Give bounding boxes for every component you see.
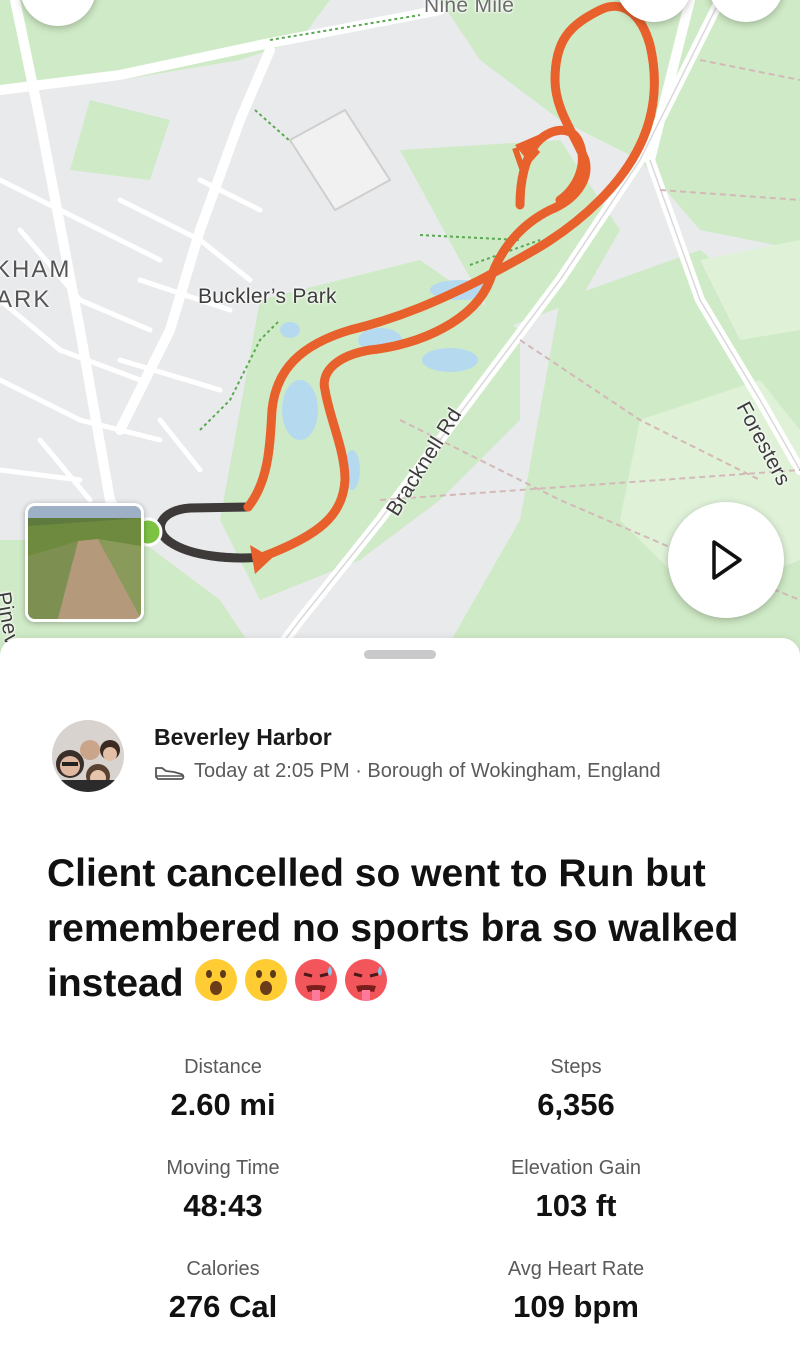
stat-avg-heart-rate: Avg Heart Rate 109 bpm — [426, 1258, 726, 1325]
stat-label: Avg Heart Rate — [507, 1258, 645, 1280]
activity-title: Client cancelled so went to Run but reme… — [47, 846, 767, 1011]
stat-value: 276 Cal — [168, 1289, 278, 1324]
hot-face-emoji-1 — [295, 959, 338, 1001]
avatar[interactable] — [52, 720, 124, 792]
activity-sheet: Beverley Harbor Today at 2:05 PM · Borou… — [0, 638, 800, 1357]
play-icon — [712, 540, 742, 580]
route-map[interactable]: Nine Mile KHAM ARK Buckler’s Park Brackn… — [0, 0, 800, 660]
stat-value: 103 ft — [535, 1188, 617, 1223]
activity-meta: Today at 2:05 PM · Borough of Wokingham,… — [154, 760, 661, 783]
stat-steps: Steps 6,356 — [426, 1056, 726, 1123]
shoe-icon — [155, 766, 185, 780]
path-photo — [28, 506, 141, 619]
stat-moving-time: Moving Time 48:43 — [73, 1157, 373, 1224]
stat-value: 6,356 — [537, 1087, 615, 1122]
play-button[interactable] — [668, 502, 784, 618]
drag-handle[interactable] — [364, 650, 436, 659]
hushed-face-emoji-1 — [195, 959, 238, 1001]
avatar-photo — [52, 720, 124, 792]
map-label-area-2: ARK — [0, 286, 52, 313]
stat-value: 2.60 mi — [170, 1087, 276, 1122]
stat-value: 48:43 — [183, 1188, 263, 1223]
stat-label: Distance — [184, 1056, 262, 1078]
hot-face-emoji-2 — [345, 959, 388, 1001]
stat-label: Steps — [550, 1056, 602, 1078]
stat-label: Moving Time — [166, 1157, 280, 1179]
stat-distance: Distance 2.60 mi — [73, 1056, 373, 1123]
stat-value: 109 bpm — [513, 1289, 639, 1324]
stat-label: Elevation Gain — [510, 1157, 642, 1179]
activity-title-text: Client cancelled so went to Run but reme… — [47, 852, 739, 1005]
stat-label: Calories — [186, 1258, 260, 1280]
activity-photo-thumbnail[interactable] — [25, 503, 144, 622]
stat-elevation-gain: Elevation Gain 103 ft — [426, 1157, 726, 1224]
map-label-nine-mile: Nine Mile — [424, 0, 515, 17]
map-label-park: Buckler’s Park — [198, 285, 337, 308]
hushed-face-emoji-2 — [245, 959, 288, 1001]
map-label-area-1: KHAM — [0, 256, 72, 283]
activity-meta-text: Today at 2:05 PM · Borough of Wokingham,… — [194, 760, 661, 782]
athlete-name[interactable]: Beverley Harbor — [154, 724, 332, 751]
stat-calories: Calories 276 Cal — [73, 1258, 373, 1325]
